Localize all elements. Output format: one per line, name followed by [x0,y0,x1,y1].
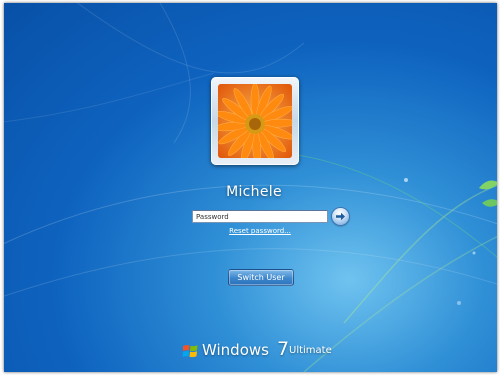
windows-branding: Windows 7 Ultimate [182,338,342,363]
brand-edition: Ultimate [289,345,332,356]
submit-arrow-button[interactable] [332,208,349,225]
user-avatar [218,84,292,158]
password-input[interactable] [192,210,328,223]
brand-name: Windows [202,341,269,359]
flower-icon [218,84,292,158]
arrow-right-icon [336,212,345,221]
brand-version: 7 [277,338,290,360]
switch-user-button[interactable]: Switch User [228,269,294,286]
logon-screen: Michele Reset password... Switch User Wi… [4,3,497,372]
user-name: Michele [226,184,282,200]
reset-password-link[interactable]: Reset password... [204,227,316,235]
user-tile[interactable] [211,77,299,165]
windows-flag-icon [182,345,198,358]
